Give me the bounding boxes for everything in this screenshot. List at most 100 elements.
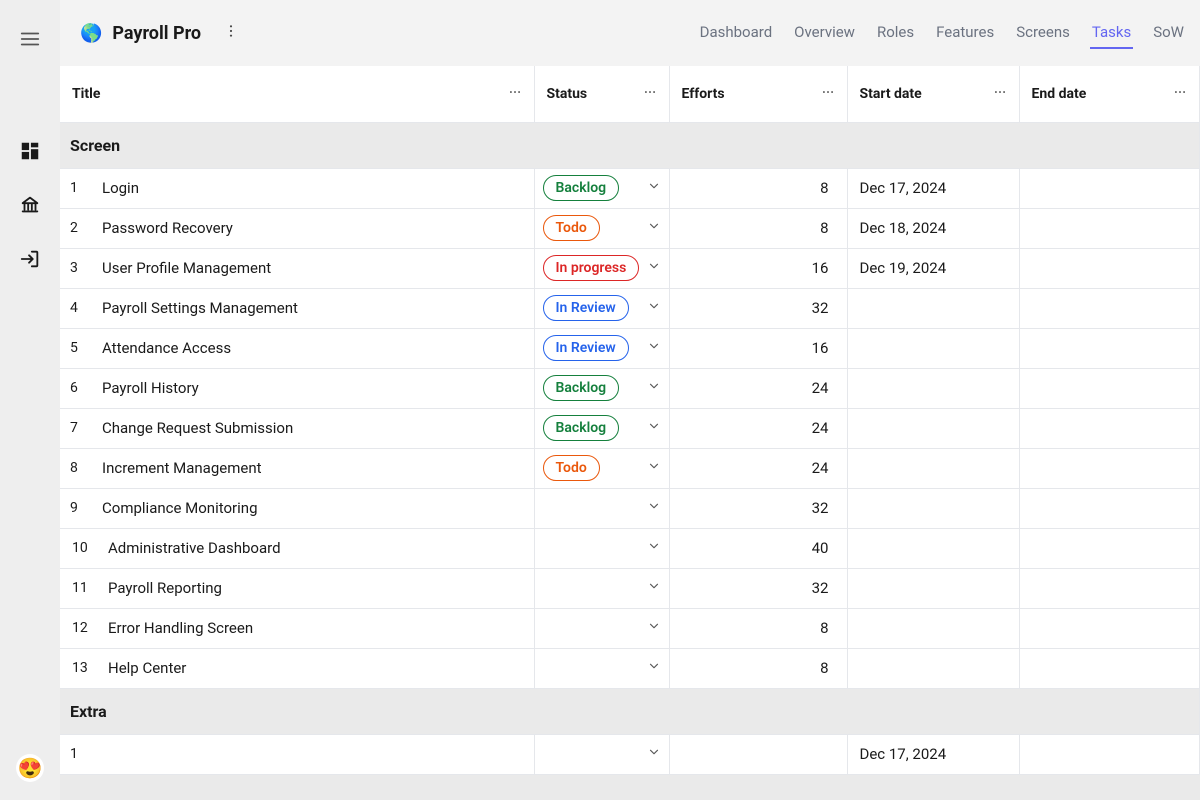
- status-dropdown-button[interactable]: [647, 539, 661, 557]
- cell-status[interactable]: [534, 648, 669, 688]
- cell-status[interactable]: [534, 608, 669, 648]
- cell-status[interactable]: Todo: [534, 448, 669, 488]
- cell-title[interactable]: 10Administrative Dashboard: [60, 528, 534, 568]
- table-row[interactable]: 11Payroll Reporting32: [60, 568, 1200, 608]
- hamburger-menu-button[interactable]: [19, 28, 41, 54]
- table-row[interactable]: 12Error Handling Screen8: [60, 608, 1200, 648]
- nav-dashboard-button[interactable]: [19, 140, 41, 166]
- cell-status[interactable]: [534, 734, 669, 774]
- cell-status[interactable]: [534, 528, 669, 568]
- cell-status[interactable]: Backlog: [534, 408, 669, 448]
- cell-status[interactable]: Backlog: [534, 168, 669, 208]
- cell-start-date[interactable]: Dec 17, 2024: [847, 734, 1019, 774]
- cell-end-date[interactable]: [1019, 408, 1200, 448]
- cell-start-date[interactable]: [847, 368, 1019, 408]
- cell-efforts[interactable]: 32: [669, 288, 847, 328]
- tab-overview[interactable]: Overview: [792, 17, 857, 49]
- cell-end-date[interactable]: [1019, 248, 1200, 288]
- cell-efforts[interactable]: 32: [669, 488, 847, 528]
- cell-start-date[interactable]: [847, 568, 1019, 608]
- cell-efforts[interactable]: 8: [669, 208, 847, 248]
- cell-efforts[interactable]: 32: [669, 568, 847, 608]
- status-dropdown-button[interactable]: [647, 259, 661, 277]
- cell-efforts[interactable]: [669, 734, 847, 774]
- status-badge[interactable]: In Review: [543, 335, 629, 361]
- col-menu-button[interactable]: [993, 85, 1007, 103]
- cell-start-date[interactable]: Dec 17, 2024: [847, 168, 1019, 208]
- cell-end-date[interactable]: [1019, 608, 1200, 648]
- cell-title[interactable]: 1: [60, 734, 534, 774]
- col-header-status[interactable]: Status: [534, 66, 669, 122]
- cell-start-date[interactable]: Dec 18, 2024: [847, 208, 1019, 248]
- cell-efforts[interactable]: 40: [669, 528, 847, 568]
- tab-screens[interactable]: Screens: [1014, 17, 1072, 49]
- cell-title[interactable]: 9Compliance Monitoring: [60, 488, 534, 528]
- status-dropdown-button[interactable]: [647, 619, 661, 637]
- cell-end-date[interactable]: [1019, 568, 1200, 608]
- cell-status[interactable]: In progress: [534, 248, 669, 288]
- cell-status[interactable]: In Review: [534, 288, 669, 328]
- table-row[interactable]: 5Attendance AccessIn Review16: [60, 328, 1200, 368]
- cell-title[interactable]: 7Change Request Submission: [60, 408, 534, 448]
- status-dropdown-button[interactable]: [647, 419, 661, 437]
- cell-end-date[interactable]: [1019, 734, 1200, 774]
- cell-end-date[interactable]: [1019, 648, 1200, 688]
- cell-status[interactable]: Todo: [534, 208, 669, 248]
- status-dropdown-button[interactable]: [647, 745, 661, 763]
- cell-efforts[interactable]: 8: [669, 168, 847, 208]
- col-header-end[interactable]: End date: [1019, 66, 1200, 122]
- status-badge[interactable]: Backlog: [543, 415, 620, 441]
- cell-title[interactable]: 4Payroll Settings Management: [60, 288, 534, 328]
- cell-start-date[interactable]: [847, 608, 1019, 648]
- status-dropdown-button[interactable]: [647, 659, 661, 677]
- cell-start-date[interactable]: [847, 448, 1019, 488]
- table-row[interactable]: 6Payroll History Backlog 24: [60, 368, 1200, 408]
- cell-efforts[interactable]: 16: [669, 248, 847, 288]
- table-row[interactable]: 7Change Request SubmissionBacklog24: [60, 408, 1200, 448]
- table-row[interactable]: 1LoginBacklog8Dec 17, 2024: [60, 168, 1200, 208]
- col-menu-button[interactable]: [508, 85, 522, 103]
- status-dropdown-button[interactable]: [647, 299, 661, 317]
- cell-title[interactable]: 5Attendance Access: [60, 328, 534, 368]
- cell-end-date[interactable]: [1019, 208, 1200, 248]
- status-dropdown-button[interactable]: [647, 379, 661, 397]
- cell-title[interactable]: 8Increment Management: [60, 448, 534, 488]
- cell-end-date[interactable]: [1019, 368, 1200, 408]
- app-menu-button[interactable]: [223, 23, 239, 43]
- cell-start-date[interactable]: [847, 328, 1019, 368]
- tab-roles[interactable]: Roles: [875, 17, 916, 49]
- cell-start-date[interactable]: [847, 528, 1019, 568]
- cell-title[interactable]: 3User Profile Management: [60, 248, 534, 288]
- col-menu-button[interactable]: [643, 85, 657, 103]
- cell-start-date[interactable]: [847, 408, 1019, 448]
- cell-efforts[interactable]: 8: [669, 648, 847, 688]
- cell-end-date[interactable]: [1019, 328, 1200, 368]
- status-badge[interactable]: Todo: [543, 455, 600, 481]
- cell-start-date[interactable]: [847, 288, 1019, 328]
- table-row[interactable]: 4Payroll Settings Management In Review 32: [60, 288, 1200, 328]
- cell-start-date[interactable]: Dec 19, 2024: [847, 248, 1019, 288]
- table-row[interactable]: 13Help Center 8: [60, 648, 1200, 688]
- cell-status[interactable]: In Review: [534, 328, 669, 368]
- cell-status[interactable]: [534, 488, 669, 528]
- cell-efforts[interactable]: 8: [669, 608, 847, 648]
- cell-start-date[interactable]: [847, 648, 1019, 688]
- cell-end-date[interactable]: [1019, 448, 1200, 488]
- table-row[interactable]: 1 Dec 17, 2024: [60, 734, 1200, 774]
- status-badge[interactable]: Backlog: [543, 375, 620, 401]
- cell-end-date[interactable]: [1019, 168, 1200, 208]
- table-row[interactable]: 8Increment Management Todo 24: [60, 448, 1200, 488]
- cell-end-date[interactable]: [1019, 528, 1200, 568]
- cell-title[interactable]: 6Payroll History: [60, 368, 534, 408]
- status-badge[interactable]: In Review: [543, 295, 629, 321]
- col-menu-button[interactable]: [821, 85, 835, 103]
- cell-title[interactable]: 13Help Center: [60, 648, 534, 688]
- table-row[interactable]: 2Password RecoveryTodo8Dec 18, 2024: [60, 208, 1200, 248]
- cell-efforts[interactable]: 24: [669, 368, 847, 408]
- tab-sow[interactable]: SoW: [1151, 17, 1186, 49]
- status-dropdown-button[interactable]: [647, 339, 661, 357]
- cell-efforts[interactable]: 24: [669, 448, 847, 488]
- nav-exit-button[interactable]: [19, 248, 41, 274]
- table-row[interactable]: 3User Profile ManagementIn progress16Dec…: [60, 248, 1200, 288]
- col-header-start[interactable]: Start date: [847, 66, 1019, 122]
